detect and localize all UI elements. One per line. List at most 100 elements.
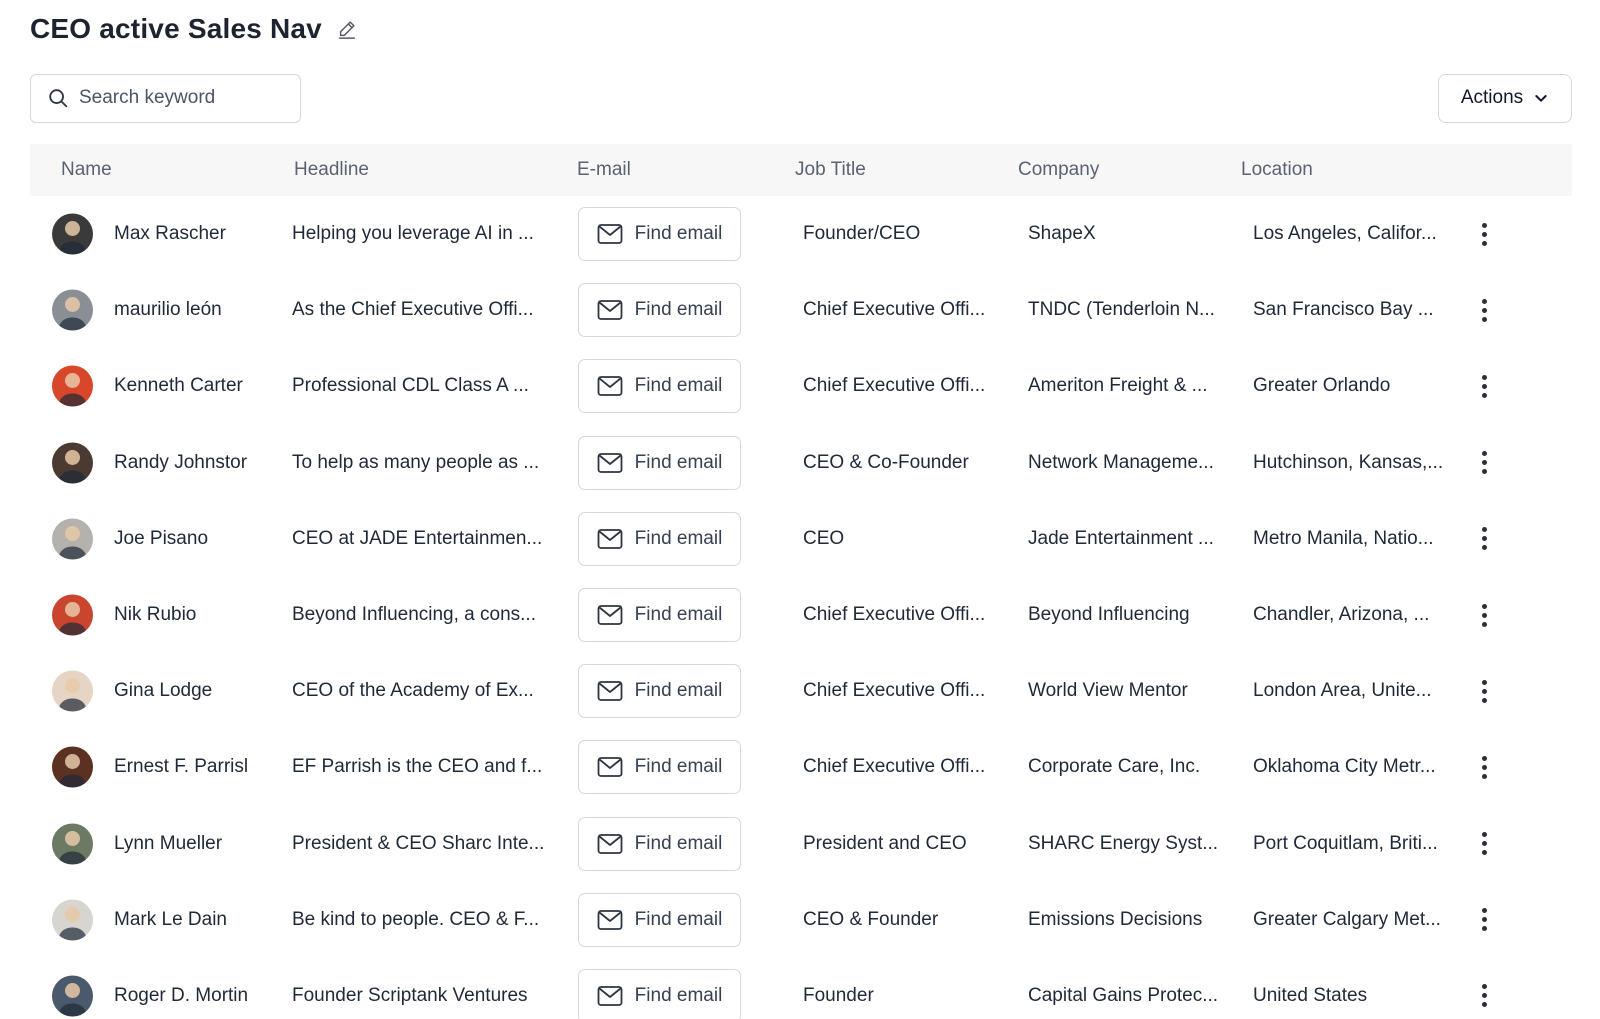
search-box[interactable] bbox=[30, 73, 301, 123]
contact-name[interactable]: Mark Le Dain bbox=[114, 909, 254, 931]
table-row[interactable]: Nik Rubio Beyond Influencing, a cons... … bbox=[30, 577, 1572, 653]
contact-headline: CEO at JADE Entertainmen... bbox=[292, 527, 543, 549]
more-vertical-icon[interactable] bbox=[1474, 296, 1494, 324]
table-row[interactable]: Ernest F. Parrisl EF Parrish is the CEO … bbox=[30, 729, 1572, 805]
contact-location: Los Angeles, Califor... bbox=[1253, 223, 1437, 245]
search-icon bbox=[47, 87, 69, 109]
column-header-headline[interactable]: Headline bbox=[294, 159, 369, 181]
mail-icon bbox=[597, 833, 623, 855]
find-email-button[interactable]: Find email bbox=[578, 740, 741, 795]
column-header-location[interactable]: Location bbox=[1241, 159, 1313, 181]
contact-headline: Be kind to people. CEO & F... bbox=[292, 908, 540, 930]
contact-job-title: Founder/CEO bbox=[803, 223, 921, 245]
avatar[interactable] bbox=[52, 365, 93, 407]
contact-headline: President & CEO Sharc Inte... bbox=[292, 832, 545, 854]
more-vertical-icon[interactable] bbox=[1474, 677, 1494, 705]
contact-headline: Helping you leverage AI in ... bbox=[292, 223, 534, 245]
contact-name[interactable]: Kenneth Carter bbox=[114, 375, 254, 397]
contact-headline: Beyond Influencing, a cons... bbox=[292, 604, 536, 626]
find-email-button[interactable]: Find email bbox=[578, 359, 741, 414]
pencil-icon[interactable] bbox=[336, 18, 358, 40]
avatar[interactable] bbox=[52, 975, 93, 1017]
contact-name[interactable]: Nik Rubio bbox=[114, 604, 254, 626]
contact-name[interactable]: Lynn Mueller bbox=[114, 833, 254, 855]
contact-headline: To help as many people as ... bbox=[292, 451, 540, 473]
column-header-email[interactable]: E-mail bbox=[577, 159, 631, 181]
avatar[interactable] bbox=[52, 518, 93, 560]
contact-company: Emissions Decisions bbox=[1028, 908, 1203, 930]
table-row[interactable]: Lynn Mueller President & CEO Sharc Inte.… bbox=[30, 806, 1572, 882]
table-row[interactable]: Max Rascher Helping you leverage AI in .… bbox=[30, 196, 1572, 272]
find-email-button[interactable]: Find email bbox=[578, 283, 741, 338]
avatar[interactable] bbox=[52, 213, 93, 255]
avatar[interactable] bbox=[52, 289, 93, 331]
contact-company: Corporate Care, Inc. bbox=[1028, 756, 1201, 778]
table-row[interactable]: Gina Lodge CEO of the Academy of Ex... F… bbox=[30, 653, 1572, 729]
mail-icon bbox=[597, 909, 623, 931]
more-vertical-icon[interactable] bbox=[1474, 906, 1494, 934]
more-vertical-icon[interactable] bbox=[1474, 601, 1494, 629]
find-email-label: Find email bbox=[634, 223, 723, 245]
find-email-button[interactable]: Find email bbox=[578, 968, 741, 1019]
contact-name[interactable]: Max Rascher bbox=[114, 223, 254, 245]
find-email-button[interactable]: Find email bbox=[578, 511, 741, 566]
find-email-button[interactable]: Find email bbox=[578, 664, 741, 719]
column-header-job-title[interactable]: Job Title bbox=[795, 159, 866, 181]
contact-headline: CEO of the Academy of Ex... bbox=[292, 680, 534, 702]
table-row[interactable]: maurilio león As the Chief Executive Off… bbox=[30, 272, 1572, 348]
page-title: CEO active Sales Nav bbox=[30, 13, 322, 44]
avatar[interactable] bbox=[52, 594, 93, 636]
contact-company: World View Mentor bbox=[1028, 680, 1188, 702]
table-row[interactable]: Kenneth Carter Professional CDL Class A … bbox=[30, 348, 1572, 424]
table-row[interactable]: Randy Johnstor To help as many people as… bbox=[30, 425, 1572, 501]
column-header-name[interactable]: Name bbox=[61, 159, 112, 181]
avatar[interactable] bbox=[52, 442, 93, 484]
table-row[interactable]: Roger D. Mortin Founder Scriptank Ventur… bbox=[30, 958, 1572, 1019]
avatar[interactable] bbox=[52, 670, 93, 712]
find-email-button[interactable]: Find email bbox=[578, 435, 741, 490]
contact-job-title: Chief Executive Offi... bbox=[803, 604, 986, 626]
contact-name[interactable]: Roger D. Mortin bbox=[114, 985, 254, 1007]
contact-headline: Professional CDL Class A ... bbox=[292, 375, 529, 397]
mail-icon bbox=[597, 604, 623, 626]
column-header-company[interactable]: Company bbox=[1018, 159, 1099, 181]
contact-headline: As the Chief Executive Offi... bbox=[292, 299, 534, 321]
contact-location: Hutchinson, Kansas,... bbox=[1253, 451, 1444, 473]
contact-location: Greater Orlando bbox=[1253, 375, 1391, 397]
contact-location: United States bbox=[1253, 984, 1368, 1006]
find-email-button[interactable]: Find email bbox=[578, 892, 741, 947]
find-email-label: Find email bbox=[634, 832, 723, 854]
contact-job-title: CEO bbox=[803, 527, 845, 549]
contact-job-title: Founder bbox=[803, 984, 874, 1006]
more-vertical-icon[interactable] bbox=[1474, 220, 1494, 248]
contact-name[interactable]: maurilio león bbox=[114, 299, 254, 321]
find-email-button[interactable]: Find email bbox=[578, 207, 741, 262]
find-email-button[interactable]: Find email bbox=[578, 588, 741, 643]
contact-name[interactable]: Ernest F. Parrisl bbox=[114, 756, 254, 778]
chevron-down-icon bbox=[1533, 90, 1549, 106]
more-vertical-icon[interactable] bbox=[1474, 525, 1494, 553]
more-vertical-icon[interactable] bbox=[1474, 449, 1494, 477]
contact-location: Port Coquitlam, Briti... bbox=[1253, 832, 1438, 854]
table-row[interactable]: Mark Le Dain Be kind to people. CEO & F.… bbox=[30, 882, 1572, 958]
contact-name[interactable]: Joe Pisano bbox=[114, 528, 254, 550]
contact-company: Capital Gains Protec... bbox=[1028, 984, 1219, 1006]
search-input[interactable] bbox=[79, 87, 284, 109]
contact-company: Network Manageme... bbox=[1028, 451, 1214, 473]
more-vertical-icon[interactable] bbox=[1474, 830, 1494, 858]
more-vertical-icon[interactable] bbox=[1474, 372, 1494, 400]
contact-location: Oklahoma City Metr... bbox=[1253, 756, 1436, 778]
find-email-button[interactable]: Find email bbox=[578, 816, 741, 871]
avatar[interactable] bbox=[52, 823, 93, 865]
find-email-label: Find email bbox=[634, 680, 723, 702]
contact-name[interactable]: Gina Lodge bbox=[114, 680, 254, 702]
more-vertical-icon[interactable] bbox=[1474, 753, 1494, 781]
actions-button[interactable]: Actions bbox=[1438, 73, 1572, 123]
more-vertical-icon[interactable] bbox=[1474, 982, 1494, 1010]
contact-name[interactable]: Randy Johnstor bbox=[114, 452, 254, 474]
avatar[interactable] bbox=[52, 746, 93, 788]
table-row[interactable]: Joe Pisano CEO at JADE Entertainmen... F… bbox=[30, 501, 1572, 577]
avatar[interactable] bbox=[52, 899, 93, 941]
mail-icon bbox=[597, 375, 623, 397]
mail-icon bbox=[597, 452, 623, 474]
